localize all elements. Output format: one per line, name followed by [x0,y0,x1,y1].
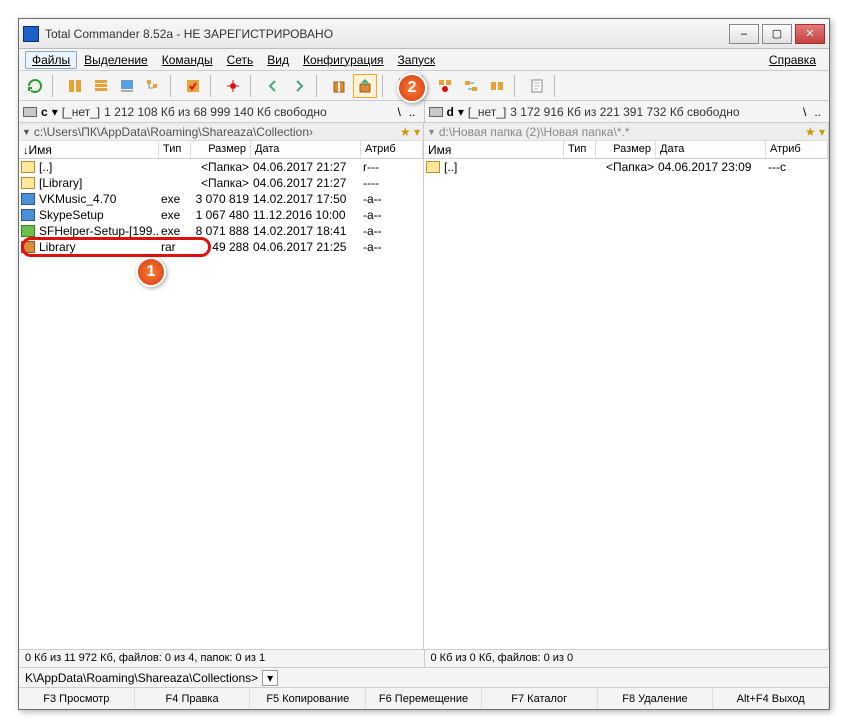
file-row[interactable]: SFHelper-Setup-[199..exe8 071 88814.02.2… [19,223,423,239]
callout-2: 2 [397,73,427,103]
file-row[interactable]: [..]<Папка>04.06.2017 21:27r--- [19,159,423,175]
menu-files[interactable]: Файлы [25,51,77,69]
f8-delete[interactable]: F8 Удаление [598,688,714,709]
left-panel: ▼c:\Users\ПК\AppData\Roaming\Shareaza\Co… [19,123,424,649]
drive-c-icon [23,107,37,117]
maximize-button[interactable]: ▢ [762,24,792,44]
invert-select-icon[interactable] [181,74,205,98]
left-col-header[interactable]: ↓Имя Тип Размер Дата Атриб [19,141,423,159]
right-panel: ▼d:\Новая папка (2)\Новая папка\*.*★ ▾ И… [424,123,829,649]
menu-commands[interactable]: Команды [155,51,220,69]
tree-icon[interactable] [141,74,165,98]
file-row[interactable]: [..]<Папка>04.06.2017 23:09---c [424,159,828,175]
f5-copy[interactable]: F5 Копирование [250,688,366,709]
left-path-bar[interactable]: ▼c:\Users\ПК\AppData\Roaming\Shareaza\Co… [19,123,423,141]
multirename-icon[interactable] [433,74,457,98]
up-icon [426,161,440,173]
up-icon [21,161,35,173]
view-full-icon[interactable] [89,74,113,98]
refresh-icon[interactable] [23,74,47,98]
exeg-icon [21,225,35,237]
cmdline-dropdown-icon[interactable]: ▾ [262,670,278,686]
f4-edit[interactable]: F4 Правка [135,688,251,709]
app-icon [23,26,39,42]
view-thumbs-icon[interactable] [115,74,139,98]
compare-dirs-icon[interactable] [485,74,509,98]
menubar: Файлы Выделение Команды Сеть Вид Конфигу… [19,49,829,71]
right-drive-bar[interactable]: d ▾ [_нет_] 3 172 916 Кб из 221 391 732 … [424,101,830,122]
drive-bars: c ▾ [_нет_] 1 212 108 Кб из 68 999 140 К… [19,101,829,123]
f3-view[interactable]: F3 Просмотр [19,688,135,709]
unpack-icon[interactable] [353,74,377,98]
window-buttons: – ▢ ✕ [729,24,825,44]
callout-1: 1 [136,257,166,287]
right-file-list[interactable]: [..]<Папка>04.06.2017 23:09---c [424,159,828,649]
main-window: Total Commander 8.52a - НЕ ЗАРЕГИСТРИРОВ… [18,18,830,710]
right-col-header[interactable]: Имя Тип Размер Дата Атриб [424,141,828,159]
menu-config[interactable]: Конфигурация [296,51,391,69]
file-row[interactable]: VKMusic_4.70exe3 070 81914.02.2017 17:50… [19,191,423,207]
rar-icon [21,241,35,253]
menu-net[interactable]: Сеть [220,51,261,69]
folder-icon [21,177,35,189]
function-keys: F3 Просмотр F4 Правка F5 Копирование F6 … [19,687,829,709]
view-brief-icon[interactable] [63,74,87,98]
back-icon[interactable] [261,74,285,98]
altf4-exit[interactable]: Alt+F4 Выход [713,688,829,709]
drive-d-icon [429,107,443,117]
status-bars: 0 Кб из 11 972 Кб, файлов: 0 из 4, папок… [19,649,829,667]
f6-move[interactable]: F6 Перемещение [366,688,482,709]
ftp-connect-icon[interactable] [221,74,245,98]
left-status: 0 Кб из 11 972 Кб, файлов: 0 из 4, папок… [19,650,424,667]
right-path-bar[interactable]: ▼d:\Новая папка (2)\Новая папка\*.*★ ▾ [424,123,828,141]
close-button[interactable]: ✕ [795,24,825,44]
file-row[interactable]: Libraryrar49 28804.06.2017 21:25-a-- [19,239,423,255]
panels: ▼c:\Users\ПК\AppData\Roaming\Shareaza\Co… [19,123,829,649]
left-file-list[interactable]: 1 [..]<Папка>04.06.2017 21:27r---[Librar… [19,159,423,649]
file-row[interactable]: [Library]<Папка>04.06.2017 21:27---- [19,175,423,191]
minimize-button[interactable]: – [729,24,759,44]
left-drive-bar[interactable]: c ▾ [_нет_] 1 212 108 Кб из 68 999 140 К… [19,101,424,122]
menu-view[interactable]: Вид [260,51,296,69]
command-line[interactable]: K\AppData\Roaming\Shareaza\Collections> … [19,667,829,687]
menu-start[interactable]: Запуск [391,51,443,69]
right-status: 0 Кб из 0 Кб, файлов: 0 из 0 [424,650,830,667]
exe-icon [21,193,35,205]
sync-dirs-icon[interactable] [459,74,483,98]
exe-icon [21,209,35,221]
pack-icon[interactable] [327,74,351,98]
file-row[interactable]: SkypeSetupexe1 067 48011.12.2016 10:00-a… [19,207,423,223]
menu-help[interactable]: Справка [762,51,823,69]
toolbar: 2 FTPURL [19,71,829,101]
titlebar: Total Commander 8.52a - НЕ ЗАРЕГИСТРИРОВ… [19,19,829,49]
window-title: Total Commander 8.52a - НЕ ЗАРЕГИСТРИРОВ… [45,27,729,41]
f7-mkdir[interactable]: F7 Каталог [482,688,598,709]
forward-icon[interactable] [287,74,311,98]
menu-select[interactable]: Выделение [77,51,155,69]
notepad-icon[interactable] [525,74,549,98]
